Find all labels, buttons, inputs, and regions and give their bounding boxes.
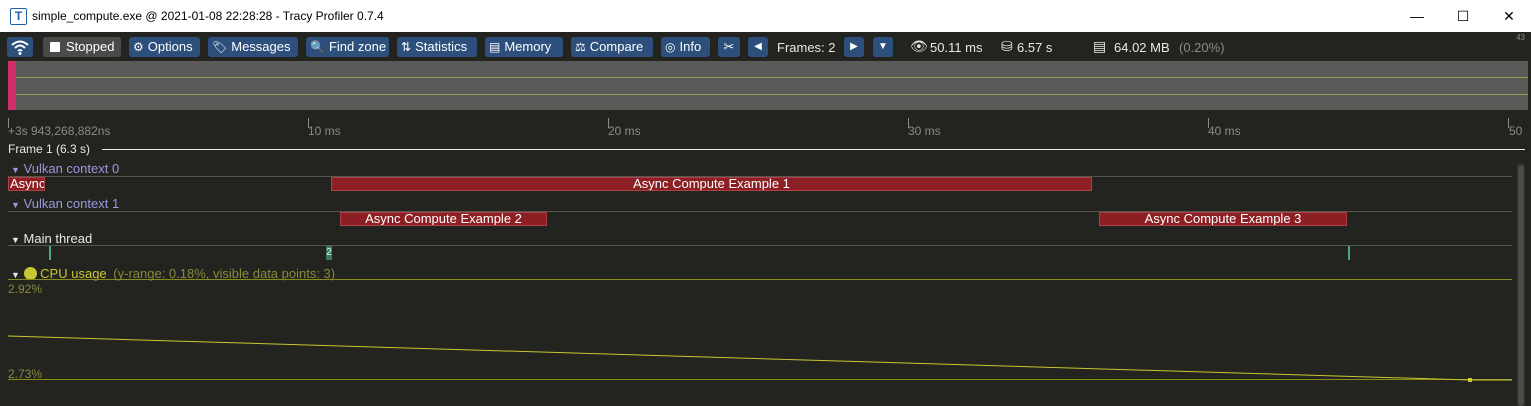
cpu-usage-plot (7, 335, 1512, 382)
cpu-usage-series-line (7, 335, 1512, 381)
cpu-data-point[interactable] (1468, 378, 1472, 382)
timeline-scrollbar-thumb[interactable] (1518, 165, 1524, 406)
